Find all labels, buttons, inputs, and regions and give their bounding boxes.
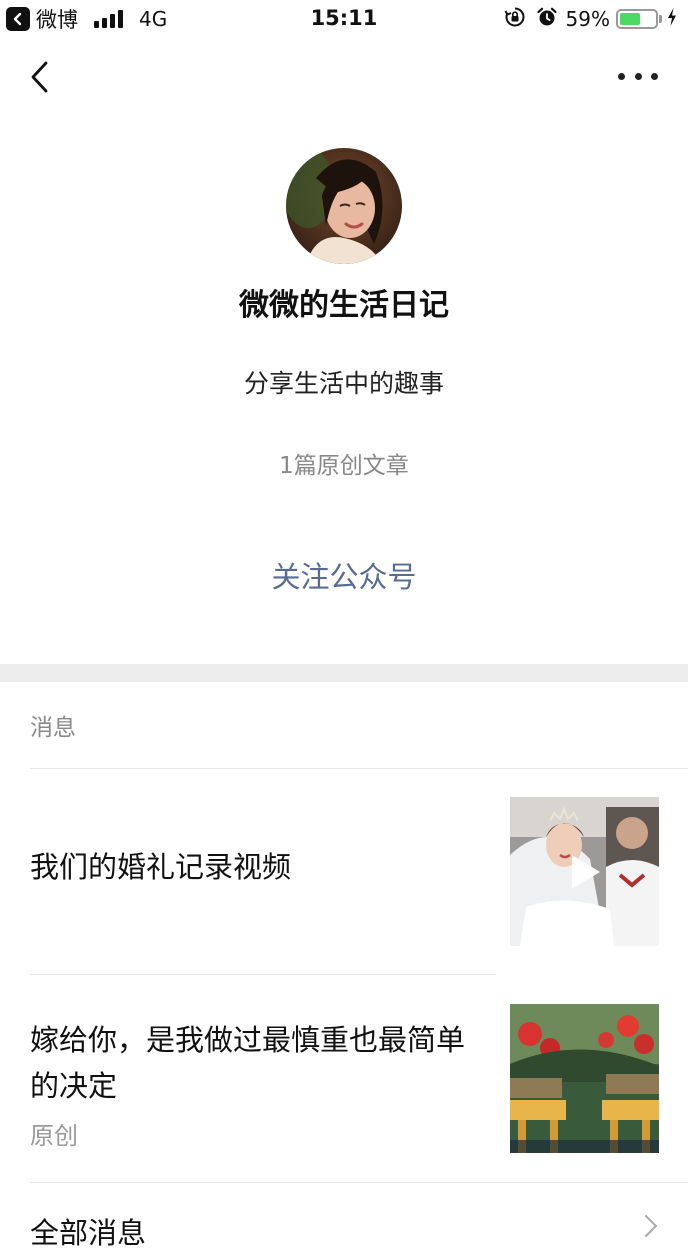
article-thumbnail[interactable] bbox=[510, 1004, 659, 1153]
divider bbox=[30, 768, 688, 769]
more-dots-icon bbox=[634, 72, 642, 80]
account-name: 微微的生活日记 bbox=[239, 288, 449, 323]
status-right: 59% bbox=[504, 6, 678, 32]
section-gap bbox=[0, 664, 688, 682]
play-icon[interactable] bbox=[572, 855, 600, 889]
follow-button[interactable]: 关注公众号 bbox=[0, 554, 688, 596]
message-title[interactable]: 嫁给你，是我做过最慎重也最简单的决定 bbox=[30, 1017, 486, 1109]
charging-icon bbox=[666, 7, 678, 31]
battery-percent: 59% bbox=[565, 7, 610, 31]
more-dots-icon bbox=[618, 72, 625, 80]
original-tag: 原创 bbox=[30, 1122, 78, 1150]
back-button[interactable] bbox=[26, 58, 56, 98]
alarm-icon bbox=[536, 6, 558, 32]
divider bbox=[30, 974, 496, 975]
chevron-left-icon bbox=[31, 61, 48, 93]
avatar[interactable] bbox=[286, 148, 402, 264]
status-bar: 微博 4G 15:11 59% bbox=[0, 0, 688, 40]
message-title[interactable]: 我们的婚礼记录视频 bbox=[30, 844, 490, 890]
battery-fill bbox=[620, 13, 641, 25]
account-description: 分享生活中的趣事 bbox=[243, 369, 444, 398]
chevron-right-icon[interactable] bbox=[634, 1214, 658, 1238]
more-dots-icon bbox=[651, 72, 658, 80]
battery-nub bbox=[659, 15, 662, 23]
more-button[interactable] bbox=[618, 66, 658, 86]
rotation-lock-icon bbox=[504, 6, 526, 32]
video-thumbnail[interactable] bbox=[510, 797, 659, 946]
messages-section-title: 消息 bbox=[30, 715, 76, 741]
all-messages-link[interactable]: 全部消息 bbox=[30, 1210, 146, 1252]
article-count[interactable]: 1篇原创文章 bbox=[0, 446, 688, 480]
divider bbox=[30, 1182, 688, 1183]
battery-icon bbox=[616, 9, 658, 29]
